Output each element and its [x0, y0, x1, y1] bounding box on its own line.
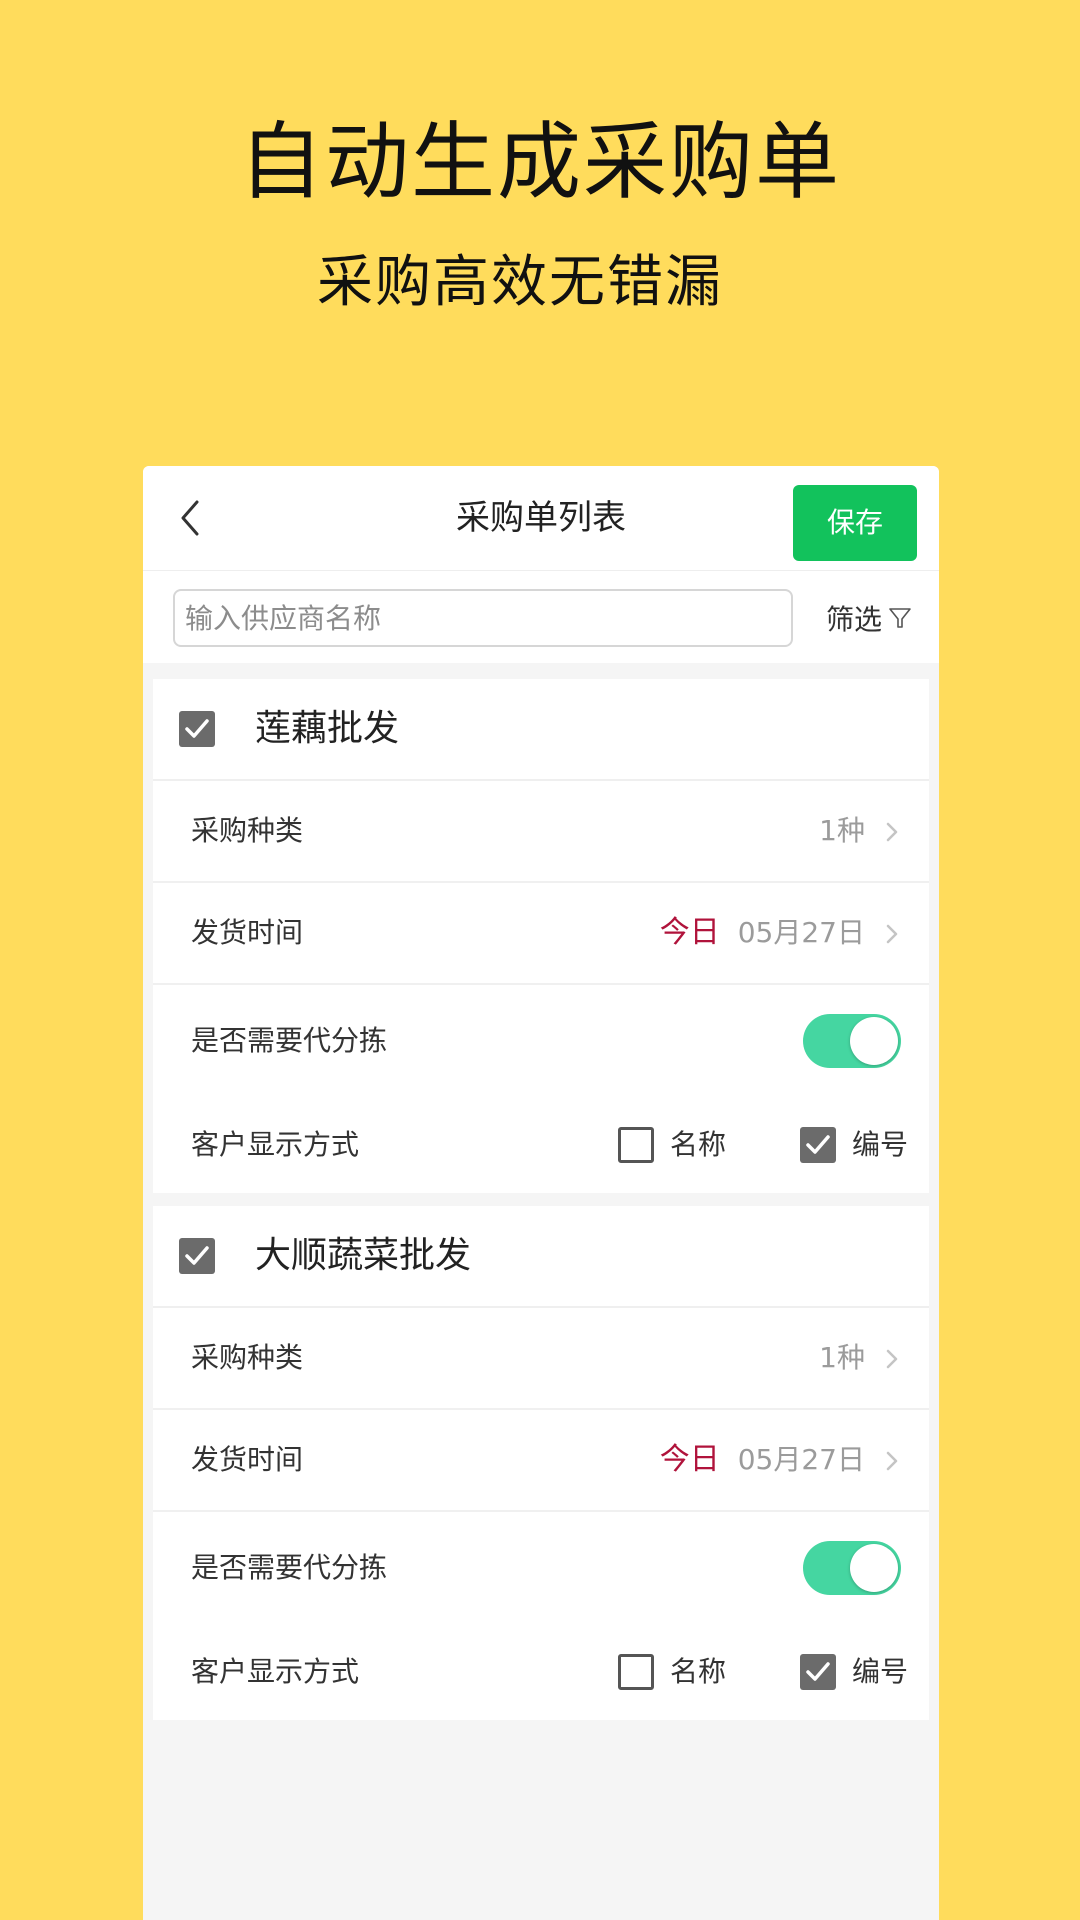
toggle-knob [850, 1017, 898, 1065]
purchase-type-value: 1种 [819, 814, 865, 847]
nav-bar: 采购单列表 保存 [143, 466, 939, 571]
name-checkbox[interactable] [618, 1127, 654, 1163]
supplier-name: 大顺蔬菜批发 [255, 1235, 472, 1276]
filter-button[interactable]: 筛选 [826, 589, 912, 647]
supplier-checkbox[interactable] [179, 711, 215, 747]
ship-time-label: 发货时间 [191, 916, 304, 949]
option-label: 名称 [670, 1128, 727, 1161]
supplier-name: 莲藕批发 [255, 708, 400, 749]
today-label: 今日 [659, 1442, 720, 1477]
supplier-card: 大顺蔬菜批发 采购种类 1种 发货时间 今日05月27日 是否需要代分拣 客户 [153, 1206, 929, 1720]
display-mode-row: 客户显示方式 名称 编号 [153, 1097, 929, 1193]
checkmark-icon [806, 1135, 830, 1154]
code-checkbox[interactable] [800, 1127, 836, 1163]
purchase-type-value: 1种 [819, 1341, 865, 1374]
chevron-right-icon [886, 1349, 898, 1369]
checkmark-icon [185, 719, 209, 738]
promo-title: 自动生成采购单 [238, 113, 841, 211]
sorting-label: 是否需要代分拣 [191, 1024, 388, 1057]
supplier-header: 大顺蔬菜批发 [153, 1206, 929, 1308]
chevron-right-icon [886, 822, 898, 842]
sorting-row: 是否需要代分拣 [153, 985, 929, 1097]
save-button[interactable]: 保存 [793, 485, 917, 561]
filter-label: 筛选 [826, 603, 883, 636]
sorting-row: 是否需要代分拣 [153, 1512, 929, 1624]
purchase-type-row[interactable]: 采购种类 1种 [153, 1308, 929, 1410]
option-label: 名称 [670, 1655, 727, 1688]
name-checkbox[interactable] [618, 1654, 654, 1690]
promo-subtitle: 采购高效无错漏 [317, 250, 723, 315]
ship-time-value: 今日 05月27日 [660, 883, 865, 983]
supplier-checkbox[interactable] [179, 1238, 215, 1274]
phone-screen: 采购单列表 保存 筛选 莲藕批发 采购种类 1种 [143, 466, 939, 1920]
display-mode-label: 客户显示方式 [191, 1655, 360, 1688]
sorting-label: 是否需要代分拣 [191, 1551, 388, 1584]
supplier-header: 莲藕批发 [153, 679, 929, 781]
display-mode-row: 客户显示方式 名称 编号 [153, 1624, 929, 1720]
chevron-right-icon [886, 1451, 898, 1471]
ship-time-value: 今日 05月27日 [660, 1410, 865, 1510]
supplier-card: 莲藕批发 采购种类 1种 发货时间 今日05月27日 是否需要代分拣 客户显示 [153, 679, 929, 1193]
funnel-icon [889, 608, 911, 628]
search-bar: 筛选 [143, 571, 939, 663]
today-label: 今日 [659, 915, 720, 950]
option-label: 编号 [852, 1128, 909, 1161]
option-label: 编号 [852, 1655, 909, 1688]
purchase-type-label: 采购种类 [191, 1341, 304, 1374]
ship-date: 05月27日 [737, 1443, 865, 1476]
ship-time-row[interactable]: 发货时间 今日 05月27日 [153, 883, 929, 985]
purchase-type-label: 采购种类 [191, 814, 304, 847]
checkmark-icon [185, 1246, 209, 1265]
code-checkbox[interactable] [800, 1654, 836, 1690]
ship-time-row[interactable]: 发货时间 今日 05月27日 [153, 1410, 929, 1512]
checkmark-icon [806, 1662, 830, 1681]
sorting-toggle[interactable] [803, 1014, 901, 1068]
sorting-toggle[interactable] [803, 1541, 901, 1595]
ship-date: 05月27日 [737, 916, 865, 949]
purchase-type-row[interactable]: 采购种类 1种 [153, 781, 929, 883]
supplier-search-input[interactable] [173, 589, 793, 647]
ship-time-label: 发货时间 [191, 1443, 304, 1476]
chevron-right-icon [886, 924, 898, 944]
display-mode-label: 客户显示方式 [191, 1128, 360, 1161]
toggle-knob [850, 1544, 898, 1592]
